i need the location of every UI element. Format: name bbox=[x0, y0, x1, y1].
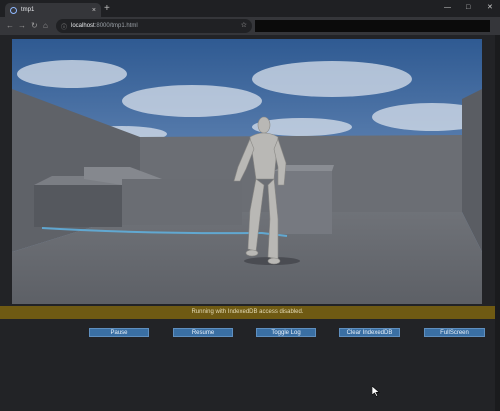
new-tab-icon[interactable]: + bbox=[104, 4, 110, 14]
block-front bbox=[34, 185, 122, 227]
url-text: localhost:8000/tmp1.html bbox=[71, 23, 138, 29]
extensions-area bbox=[255, 20, 490, 32]
address-bar[interactable]: ⓘ localhost:8000/tmp1.html ☆ bbox=[56, 19, 252, 33]
game-canvas[interactable] bbox=[12, 39, 482, 304]
globe-icon bbox=[10, 6, 17, 14]
home-icon[interactable]: ⌂ bbox=[43, 21, 48, 30]
right-edge-bar bbox=[495, 35, 500, 411]
url-path: :8000/tmp1.html bbox=[94, 23, 138, 29]
bookmark-star-icon[interactable]: ☆ bbox=[241, 21, 247, 29]
url-host: localhost bbox=[71, 23, 95, 29]
resume-button[interactable]: Resume bbox=[173, 328, 233, 337]
page-viewport: Running with IndexedDB access disabled. … bbox=[0, 35, 500, 411]
back-icon[interactable]: ← bbox=[6, 21, 14, 30]
platform bbox=[122, 179, 242, 225]
fullscreen-button[interactable]: FullScreen bbox=[424, 328, 485, 337]
browser-toolbar: ← → ↻ ⌂ ⓘ localhost:8000/tmp1.html ☆ bbox=[0, 17, 500, 35]
tab-title: tmp1 bbox=[21, 7, 35, 13]
maximize-icon[interactable]: □ bbox=[466, 3, 470, 12]
pause-button[interactable]: Pause bbox=[89, 328, 149, 337]
status-banner: Running with IndexedDB access disabled. bbox=[0, 306, 495, 319]
clear-indexeddb-button[interactable]: Clear IndexedDB bbox=[339, 328, 400, 337]
reload-icon[interactable]: ↻ bbox=[31, 21, 38, 30]
game-scene bbox=[12, 39, 482, 304]
forward-icon[interactable]: → bbox=[18, 21, 26, 30]
site-info-icon[interactable]: ⓘ bbox=[61, 22, 67, 31]
browser-titlebar: tmp1 × + — □ ✕ bbox=[0, 0, 500, 17]
mouse-cursor-icon bbox=[372, 386, 380, 397]
close-window-icon[interactable]: ✕ bbox=[487, 3, 493, 12]
browser-tab[interactable]: tmp1 × bbox=[5, 3, 101, 17]
close-tab-icon[interactable]: × bbox=[92, 7, 96, 14]
minimize-icon[interactable]: — bbox=[444, 3, 451, 12]
toggle-log-button[interactable]: Toggle Log bbox=[256, 328, 316, 337]
